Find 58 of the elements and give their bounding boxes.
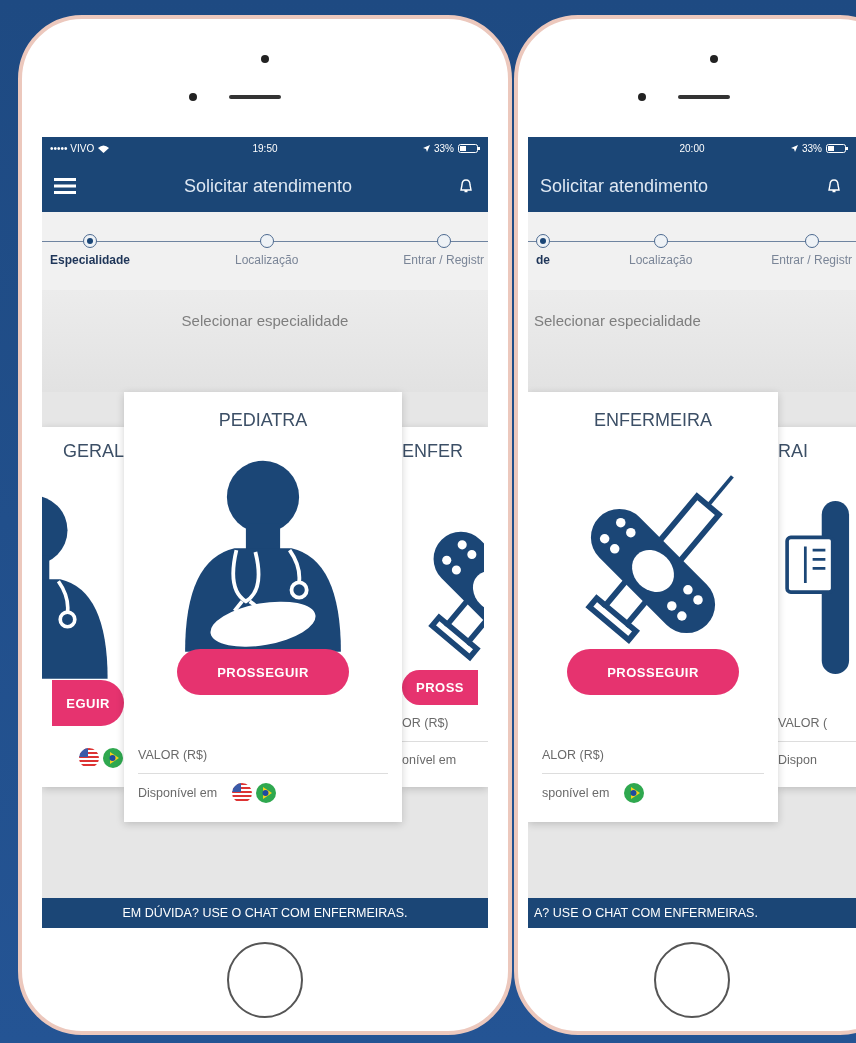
home-button[interactable] [654, 941, 730, 1018]
screen-title: Solicitar atendimento [182, 175, 354, 197]
price-label: ALOR (R$) [542, 748, 604, 762]
location-arrow-icon [791, 145, 798, 152]
step-label[interactable]: de [536, 253, 550, 267]
card-title: GERAL [62, 441, 124, 462]
wifi-icon [98, 144, 110, 153]
price-label: OR (R$) [402, 716, 449, 730]
proceed-button[interactable]: PROSSEGUIR [567, 649, 739, 695]
clock-time: 20:00 [679, 143, 705, 154]
battery-percent: 33% [434, 143, 454, 154]
sensor-dot [189, 93, 197, 101]
chat-banner-text: EM DÚVIDA? USE O CHAT COM ENFERMEIRAS. [122, 906, 408, 920]
availability-label: Disponível em [138, 786, 218, 800]
bell-icon[interactable] [460, 179, 472, 193]
us-flag-icon [78, 747, 100, 769]
proceed-button[interactable]: EGUIR [52, 680, 124, 726]
price-label: VALOR (R$) [138, 748, 208, 762]
card-title: PEDIATRA [218, 410, 308, 431]
proceed-button[interactable]: PROSS [402, 670, 478, 705]
prompt-text: Selecionar especialidade [181, 312, 349, 331]
menu-icon[interactable] [54, 178, 76, 194]
speaker-grille [229, 95, 281, 99]
specialty-card[interactable]: RAI VALOR ( Dispon [778, 427, 856, 787]
carrier-label: ••••• VIVO [50, 143, 95, 154]
battery-icon [458, 144, 480, 153]
card-title: RAI [778, 441, 808, 462]
proceed-button[interactable]: PROSSEGUIR [177, 649, 349, 695]
home-button[interactable] [227, 941, 303, 1018]
step-label[interactable]: Especialidade [50, 253, 131, 267]
battery-percent: 33% [802, 143, 822, 154]
battery-icon [826, 144, 848, 153]
location-arrow-icon [423, 145, 430, 152]
camera-dot [261, 55, 269, 63]
bell-icon[interactable] [828, 179, 840, 193]
us-flag-icon [231, 782, 254, 804]
chat-banner[interactable]: A? USE O CHAT COM ENFERMEIRAS. [528, 898, 856, 928]
brazil-flag-icon [102, 747, 124, 769]
availability-label: onível em [402, 752, 457, 767]
screen-title: Solicitar atendimento [540, 175, 710, 197]
availability-label: Dispon [778, 752, 817, 767]
card-title: ENFER [402, 441, 463, 462]
brazil-flag-icon [255, 782, 278, 804]
chat-banner-text: A? USE O CHAT COM ENFERMEIRAS. [534, 906, 758, 920]
chat-banner[interactable]: EM DÚVIDA? USE O CHAT COM ENFERMEIRAS. [42, 898, 488, 928]
camera-dot [710, 55, 718, 63]
specialty-card[interactable]: ENFERMEIRA PROSSEGUIR ALOR (R$) sponível em [528, 392, 778, 822]
specialty-card[interactable]: ENFER PROSS OR (R$) onível em [402, 427, 488, 787]
price-label: VALOR ( [778, 716, 828, 730]
sensor-dot [638, 93, 646, 101]
availability-label: sponível em [542, 786, 610, 800]
card-title: ENFERMEIRA [594, 410, 712, 431]
clock-time: 19:50 [252, 143, 278, 154]
speaker-grille [678, 95, 730, 99]
brazil-flag-icon [623, 782, 646, 804]
specialty-card[interactable]: PEDIATRA PROSSEGUIR VALOR (R$) Disponível em [124, 392, 402, 822]
prompt-text: Selecionar especialidade [534, 312, 701, 331]
specialty-card[interactable]: GERAL EGUIR [42, 427, 124, 787]
